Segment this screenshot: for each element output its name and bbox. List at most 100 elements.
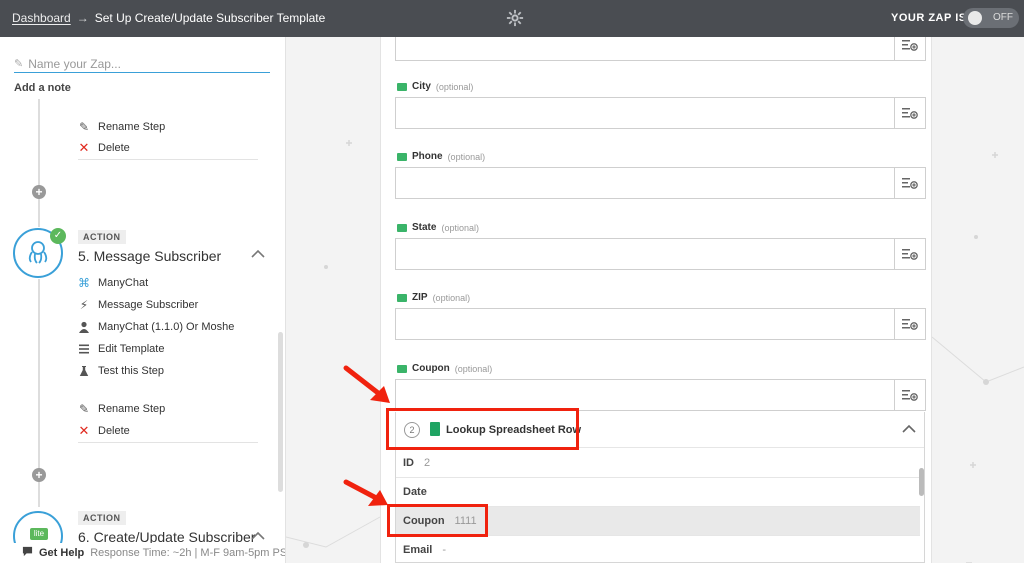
lines-icon: [78, 343, 90, 355]
field-name: ZIP: [412, 292, 428, 303]
optional-hint: (optional): [432, 292, 471, 303]
field-tag-icon: [397, 152, 407, 161]
annotation-arrow: [343, 479, 388, 506]
menu-label: ManyChat (1.1.0) Or Moshe: [98, 321, 235, 333]
optional-hint: (optional): [447, 151, 486, 162]
response-time: Response Time: ~2h | M-F 9am-5pm PST: [90, 547, 286, 559]
insert-data-icon: [902, 108, 918, 119]
zap-toggle[interactable]: OFF: [963, 8, 1019, 28]
field-input-city[interactable]: [395, 97, 926, 129]
insert-field-button[interactable]: [894, 37, 925, 60]
option-key: Email: [403, 544, 433, 556]
chevron-up-icon[interactable]: [251, 531, 265, 541]
x-icon: ✕: [78, 423, 90, 438]
step-type-badge: ACTION: [78, 230, 126, 244]
user-icon: [78, 321, 90, 333]
insert-field-button[interactable]: [894, 239, 925, 269]
menu-label: Delete: [98, 425, 130, 437]
zap-status-label: YOUR ZAP IS: [891, 12, 967, 24]
option-value: -: [442, 544, 447, 556]
field-label-zip: ZIP (optional): [397, 292, 470, 303]
option-key: Date: [403, 486, 427, 498]
field-input-phone[interactable]: [395, 167, 926, 199]
pencil-icon: ✎: [14, 58, 24, 70]
dropdown-option[interactable]: ID 2: [396, 449, 920, 478]
optional-hint: (optional): [435, 81, 474, 92]
step-account-item[interactable]: ManyChat (1.1.0) Or Moshe: [78, 321, 234, 333]
option-key: ID: [403, 457, 414, 469]
insert-data-icon: [902, 40, 918, 51]
gear-icon[interactable]: [506, 9, 524, 27]
breadcrumb-arrow: →: [76, 11, 89, 25]
annotation-box: [387, 504, 488, 537]
menu-label: Rename Step: [98, 121, 166, 133]
field-label-state: State (optional): [397, 222, 479, 233]
pencil-icon: ✎: [78, 120, 90, 134]
field-name: Phone: [412, 151, 443, 162]
chevron-up-icon[interactable]: [251, 249, 265, 259]
flask-icon: [78, 365, 90, 377]
field-input-zip[interactable]: [395, 308, 926, 340]
add-step-button[interactable]: +: [32, 185, 46, 199]
dropdown-scrollbar[interactable]: [919, 468, 924, 496]
bolt-icon: ⚡: [79, 298, 89, 312]
sidebar-scrollbar[interactable]: [278, 332, 283, 492]
sidebar: ✎ Name your Zap... Add a note ✎ Rename S…: [0, 37, 286, 563]
menu-label: Edit Template: [98, 343, 165, 355]
delete-step-button[interactable]: ✕ Delete: [78, 423, 130, 438]
annotation-arrow: [343, 365, 390, 403]
insert-field-button[interactable]: [894, 168, 925, 198]
chat-icon: [22, 546, 33, 560]
field-name: Coupon: [412, 363, 450, 374]
page-title: Set Up Create/Update Subscriber Template: [94, 11, 326, 25]
field-input-address[interactable]: [395, 37, 926, 61]
option-value: 2: [424, 457, 431, 469]
chevron-up-icon[interactable]: [902, 424, 916, 434]
insert-field-button[interactable]: [894, 380, 925, 410]
rename-step-button[interactable]: ✎ Rename Step: [78, 120, 166, 134]
insert-data-icon: [902, 178, 918, 189]
insert-data-icon: [902, 319, 918, 330]
rename-step-button[interactable]: ✎ Rename Step: [78, 402, 166, 416]
insert-field-button[interactable]: [894, 309, 925, 339]
field-input-coupon[interactable]: [395, 379, 926, 411]
dropdown-option[interactable]: Email -: [396, 536, 920, 563]
insert-data-icon: [902, 249, 918, 260]
x-icon: ✕: [78, 140, 90, 155]
annotation-box: [386, 408, 579, 450]
optional-hint: (optional): [441, 222, 479, 233]
add-note-link[interactable]: Add a note: [14, 82, 71, 94]
zap-name-input[interactable]: ✎ Name your Zap...: [14, 55, 270, 73]
manychat-icon: ⌘: [78, 276, 90, 290]
insert-data-icon: [902, 390, 918, 401]
dropdown-option[interactable]: Date: [396, 478, 920, 507]
field-label-coupon: Coupon (optional): [397, 363, 492, 374]
menu-label: Rename Step: [98, 403, 166, 415]
zap-name-placeholder: Name your Zap...: [28, 56, 121, 71]
step-5-title[interactable]: 5. Message Subscriber: [78, 248, 221, 264]
dashboard-link[interactable]: Dashboard: [12, 11, 71, 25]
field-tag-icon: [397, 82, 407, 91]
field-label-phone: Phone (optional): [397, 151, 485, 162]
delete-step-button[interactable]: ✕ Delete: [78, 140, 130, 155]
field-name: City: [412, 81, 431, 92]
field-input-state[interactable]: [395, 238, 926, 270]
step-app-item[interactable]: ⌘ ManyChat: [78, 276, 149, 290]
step-action-item[interactable]: ⚡ Message Subscriber: [78, 298, 199, 312]
field-name: State: [412, 222, 437, 233]
step-connector: [38, 199, 40, 227]
edit-template-item[interactable]: Edit Template: [78, 343, 164, 355]
menu-label: ManyChat: [98, 277, 149, 289]
menu-label: Message Subscriber: [98, 299, 199, 311]
field-tag-icon: [397, 293, 407, 302]
test-step-item[interactable]: Test this Step: [78, 365, 164, 377]
optional-hint: (optional): [454, 363, 493, 374]
toggle-label: OFF: [993, 12, 1013, 23]
top-bar: Dashboard → Set Up Create/Update Subscri…: [0, 0, 1024, 37]
insert-field-button[interactable]: [894, 98, 925, 128]
divider: [78, 442, 258, 443]
check-icon: ✓: [50, 228, 66, 244]
breadcrumb: Dashboard → Set Up Create/Update Subscri…: [12, 11, 325, 25]
get-help-bar[interactable]: Get Help Response Time: ~2h | M-F 9am-5p…: [0, 543, 286, 563]
add-step-button[interactable]: +: [32, 468, 46, 482]
